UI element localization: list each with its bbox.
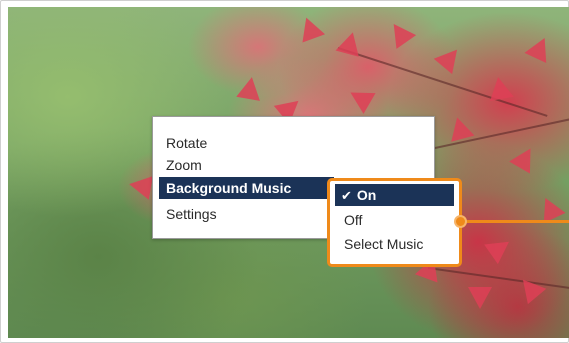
leaf xyxy=(524,32,556,64)
leaf xyxy=(509,142,541,174)
callout-dot xyxy=(454,215,467,228)
menu-item-settings[interactable]: Settings xyxy=(159,203,217,225)
callout-line xyxy=(463,220,569,223)
leaf xyxy=(383,17,417,49)
leaf xyxy=(513,271,547,305)
leaf xyxy=(127,172,153,200)
leaf xyxy=(484,231,516,265)
leaf xyxy=(335,29,365,57)
branch xyxy=(427,267,569,290)
leaf xyxy=(534,192,566,224)
submenu-item-off[interactable]: Off xyxy=(335,209,454,231)
leaf xyxy=(433,41,467,75)
checkmark-icon: ✔ xyxy=(341,188,352,203)
leaf xyxy=(344,82,376,114)
menu-item-background-music[interactable]: Background Music xyxy=(159,177,334,199)
leaf xyxy=(486,75,514,101)
menu-item-zoom[interactable]: Zoom xyxy=(159,154,202,176)
leaf xyxy=(468,287,492,309)
leaf xyxy=(445,114,475,142)
leaf xyxy=(236,75,264,101)
screenshot-frame: Rotate Zoom Background Music Settings ✔ … xyxy=(0,0,569,343)
submenu-item-on[interactable]: ✔ On xyxy=(335,184,454,206)
background-music-submenu: ✔ On Off Select Music xyxy=(327,178,462,267)
menu-item-rotate[interactable]: Rotate xyxy=(159,132,207,154)
submenu-item-select-music[interactable]: Select Music xyxy=(335,233,454,255)
leaf xyxy=(294,13,326,43)
submenu-item-label: On xyxy=(356,187,377,203)
